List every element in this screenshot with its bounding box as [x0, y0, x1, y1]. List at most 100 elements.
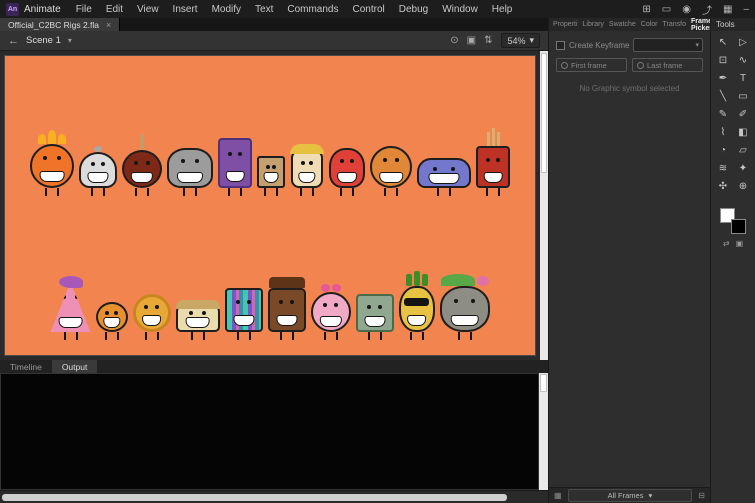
device-preview-icon[interactable]: ▭	[662, 4, 671, 15]
panels-icon[interactable]: ▦	[723, 4, 732, 15]
tab-timeline[interactable]: Timeline	[0, 360, 52, 373]
hand-tool[interactable]: ✣	[715, 180, 731, 193]
eye	[334, 303, 339, 308]
character-tangerine[interactable]	[95, 302, 128, 340]
character-candy-apple[interactable]	[122, 134, 162, 196]
menu-item-insert[interactable]: Insert	[166, 4, 205, 15]
all-frames-dropdown[interactable]: All Frames ▾	[567, 489, 693, 502]
leg	[202, 332, 205, 340]
character-firey[interactable]	[30, 130, 74, 196]
menu-item-commands[interactable]: Commands	[280, 4, 345, 15]
panel-tab-library[interactable]: Library	[583, 21, 604, 28]
scene-caret-icon[interactable]: ▾	[68, 36, 72, 45]
back-arrow-icon[interactable]: ←	[8, 35, 19, 47]
character-coin[interactable]	[132, 294, 171, 340]
character-crate[interactable]	[257, 156, 285, 196]
line-tool[interactable]: ╲	[715, 90, 731, 103]
subselection-tool[interactable]: ▷	[735, 36, 751, 49]
output-scrollbar[interactable]	[539, 373, 548, 490]
character-donut[interactable]	[310, 284, 351, 340]
character-glitch[interactable]	[224, 288, 263, 340]
dropdown-caret-icon: ▾	[648, 491, 653, 500]
menu-item-debug[interactable]: Debug	[392, 4, 435, 15]
width-tool[interactable]: ≋	[715, 162, 731, 175]
menu-item-text[interactable]: Text	[248, 4, 280, 15]
pencil-tool[interactable]: ✎	[715, 108, 731, 121]
menu-item-edit[interactable]: Edit	[99, 4, 130, 15]
stroke-color-swatch[interactable]	[731, 219, 746, 234]
menu-item-window[interactable]: Window	[435, 4, 485, 15]
text-tool[interactable]: T	[735, 72, 751, 85]
size-slider-icon[interactable]: ⊟	[698, 491, 705, 500]
rectangle-tool[interactable]: ▭	[735, 90, 751, 103]
asset-warp-tool[interactable]: ✦	[735, 162, 751, 175]
keyframe-dropdown[interactable]: ▾	[633, 38, 703, 52]
default-colors-icon[interactable]: ▣	[736, 239, 744, 248]
brush-tool[interactable]: ✐	[735, 108, 751, 121]
horizontal-scrollbar[interactable]	[0, 490, 548, 503]
character-orange-ball[interactable]	[370, 146, 412, 196]
test-movie-icon[interactable]: ◉	[682, 4, 691, 15]
scene-name[interactable]: Scene 1	[26, 35, 61, 46]
stage-canvas[interactable]	[4, 55, 536, 356]
paint-bucket-tool[interactable]: ◧	[735, 126, 751, 139]
panel-tab-frame-picker[interactable]: Frame Picker	[691, 18, 712, 32]
swap-colors-icon[interactable]: ⇄	[723, 239, 730, 248]
scrollbar-thumb[interactable]	[2, 494, 507, 501]
character-cabinet[interactable]	[355, 294, 394, 340]
panel-tab-swatche[interactable]: Swatche	[609, 21, 636, 28]
eraser-tool[interactable]: ▱	[735, 144, 751, 157]
character-fish[interactable]	[329, 148, 365, 196]
panel-tab-color[interactable]: Color	[641, 21, 658, 28]
character-barrel[interactable]	[267, 277, 306, 340]
stage-vertical-scrollbar[interactable]	[540, 51, 548, 360]
character-bell[interactable]	[79, 146, 117, 196]
pineapple-body	[398, 286, 435, 332]
share-icon[interactable]: ⤴	[702, 2, 712, 17]
character-car[interactable]	[417, 158, 471, 196]
grid-view-icon[interactable]: ▦	[554, 491, 562, 500]
bone-tool[interactable]: ⌇	[715, 126, 731, 139]
first-frame-field[interactable]: First frame	[556, 58, 627, 72]
pen-tool[interactable]: ✒	[715, 72, 731, 85]
free-transform-tool[interactable]: ⊡	[715, 54, 731, 67]
character-book[interactable]	[218, 138, 252, 196]
eye	[246, 300, 251, 305]
create-keyframe-checkbox[interactable]	[556, 40, 565, 50]
last-frame-field[interactable]: Last frame	[632, 58, 703, 72]
scrollbar-thumb[interactable]	[540, 374, 547, 392]
character-bread[interactable]	[175, 300, 220, 340]
clip-content-icon[interactable]: ▣	[467, 35, 476, 46]
character-kettle[interactable]	[167, 148, 213, 196]
zoom-select[interactable]: 54% ▾	[501, 33, 540, 48]
lasso-tool[interactable]: ∿	[735, 54, 751, 67]
workspace-icon[interactable]: ⊞	[642, 4, 650, 15]
mouth	[130, 171, 154, 183]
panel-tab-properti[interactable]: Properti	[553, 21, 578, 28]
character-cone[interactable]	[50, 276, 91, 340]
menu-item-view[interactable]: View	[130, 4, 166, 15]
tab-output[interactable]: Output	[51, 360, 98, 373]
accessory-part	[421, 274, 428, 286]
scrollbar-thumb[interactable]	[541, 53, 547, 173]
center-stage-icon[interactable]: ⊙	[450, 35, 458, 46]
close-icon[interactable]: ×	[106, 20, 111, 30]
selection-tool[interactable]: ↖	[715, 36, 731, 49]
menu-item-control[interactable]: Control	[346, 4, 392, 15]
document-tab[interactable]: Official_C2BC Rigs 2.fla ×	[0, 18, 121, 31]
character-pineapple[interactable]	[398, 271, 435, 340]
firey-body	[30, 144, 74, 188]
eyedropper-tool[interactable]: ◔	[715, 144, 731, 157]
zoom-tool[interactable]: ⊕	[735, 180, 751, 193]
menu-item-help[interactable]: Help	[485, 4, 520, 15]
menu-item-file[interactable]: File	[69, 4, 99, 15]
panel-tab-transfo[interactable]: Transfo	[663, 21, 686, 28]
output-console[interactable]	[0, 373, 539, 490]
character-blonde[interactable]	[290, 144, 324, 196]
menu-item-modify[interactable]: Modify	[205, 4, 248, 15]
minimize-icon[interactable]: –	[743, 4, 749, 15]
mouth	[298, 171, 316, 183]
zoom-stepper-icon[interactable]: ⇅	[484, 35, 492, 46]
character-rock[interactable]	[439, 274, 490, 340]
character-incense[interactable]	[476, 128, 510, 196]
